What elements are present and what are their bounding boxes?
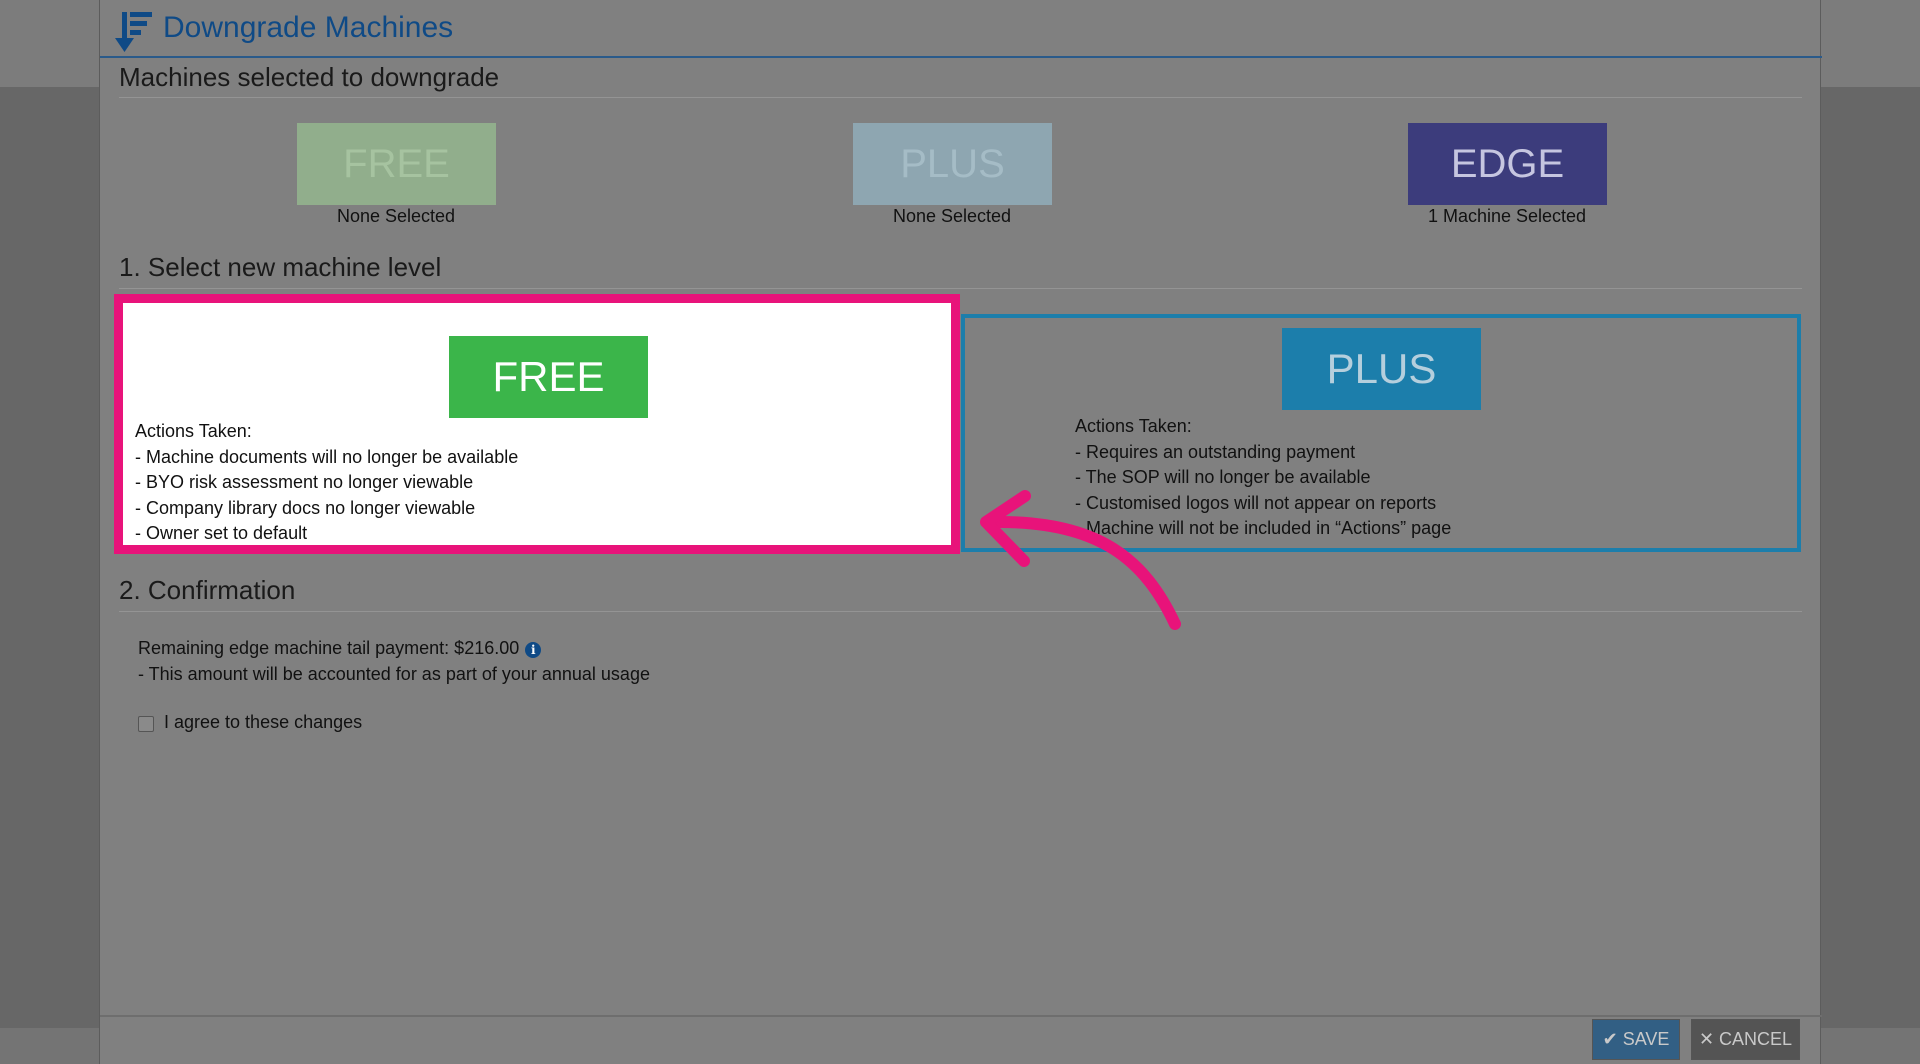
level-section-title: 1. Select new machine level (119, 252, 442, 282)
check-icon: ✔ (1602, 1029, 1618, 1049)
level-option-plus[interactable]: PLUS Actions Taken: - Requires an outsta… (961, 314, 1801, 552)
footer-divider (100, 1015, 1822, 1017)
cancel-button-label: CANCEL (1719, 1029, 1793, 1049)
modal-header: Downgrade Machines (100, 0, 1822, 58)
level-option-free[interactable]: FREE Actions Taken: - Machine documents … (114, 294, 960, 554)
plus-action-item: - Requires an outstanding payment (1075, 441, 1356, 462)
save-button[interactable]: ✔ SAVE (1592, 1019, 1680, 1060)
plus-actions-list: Actions Taken: - Requires an outstanding… (1075, 414, 1451, 542)
close-icon: ✕ (1698, 1029, 1715, 1049)
payment-note: - This amount will be accounted for as p… (138, 664, 650, 684)
free-actions-list: Actions Taken: - Machine documents will … (135, 419, 518, 547)
section-divider (119, 97, 1802, 98)
agree-checkbox[interactable] (138, 716, 154, 732)
free-action-item: - Machine documents will no longer be av… (135, 446, 519, 467)
info-icon[interactable]: i (525, 642, 542, 658)
free-action-item: - BYO risk assessment no longer viewable (135, 472, 474, 492)
section-divider (119, 288, 1802, 289)
free-level-badge: FREE (449, 336, 648, 418)
selected-tier-edge-badge: EDGE (1408, 123, 1607, 205)
modal-title: Downgrade Machines (163, 11, 454, 44)
section-divider (119, 611, 1802, 612)
downgrade-modal: Downgrade Machines Machines selected to … (99, 0, 1822, 1064)
plus-action-item: - Customised logos will not appear on re… (1075, 492, 1437, 513)
downgrade-logo-icon (115, 12, 152, 52)
selected-tier-plus-caption: None Selected (892, 206, 1012, 226)
plus-action-item: - Machine will not be included in “Actio… (1075, 518, 1452, 538)
selected-tier-edge-caption: 1 Machine Selected (1427, 206, 1587, 226)
payment-line: Remaining edge machine tail payment: $21… (138, 638, 542, 659)
free-action-item: - Company library docs no longer viewabl… (135, 497, 476, 518)
selected-tier-plus-badge: PLUS (853, 123, 1052, 205)
free-action-item: - Owner set to default (135, 523, 308, 543)
free-actions-heading: Actions Taken: (135, 421, 252, 441)
plus-actions-heading: Actions Taken: (1075, 416, 1192, 436)
selected-tier-free-caption: None Selected (336, 206, 456, 226)
selected-tier-free-badge: FREE (297, 123, 496, 205)
payment-text: Remaining edge machine tail payment: $21… (138, 638, 520, 658)
selected-section-title: Machines selected to downgrade (119, 62, 500, 92)
agree-label: I agree to these changes (164, 712, 363, 732)
plus-level-badge: PLUS (1282, 328, 1481, 410)
save-button-label: SAVE (1622, 1029, 1670, 1049)
confirmation-section-title: 2. Confirmation (119, 575, 296, 605)
plus-action-item: - The SOP will no longer be available (1075, 467, 1371, 487)
cancel-button[interactable]: ✕ CANCEL (1691, 1019, 1800, 1060)
